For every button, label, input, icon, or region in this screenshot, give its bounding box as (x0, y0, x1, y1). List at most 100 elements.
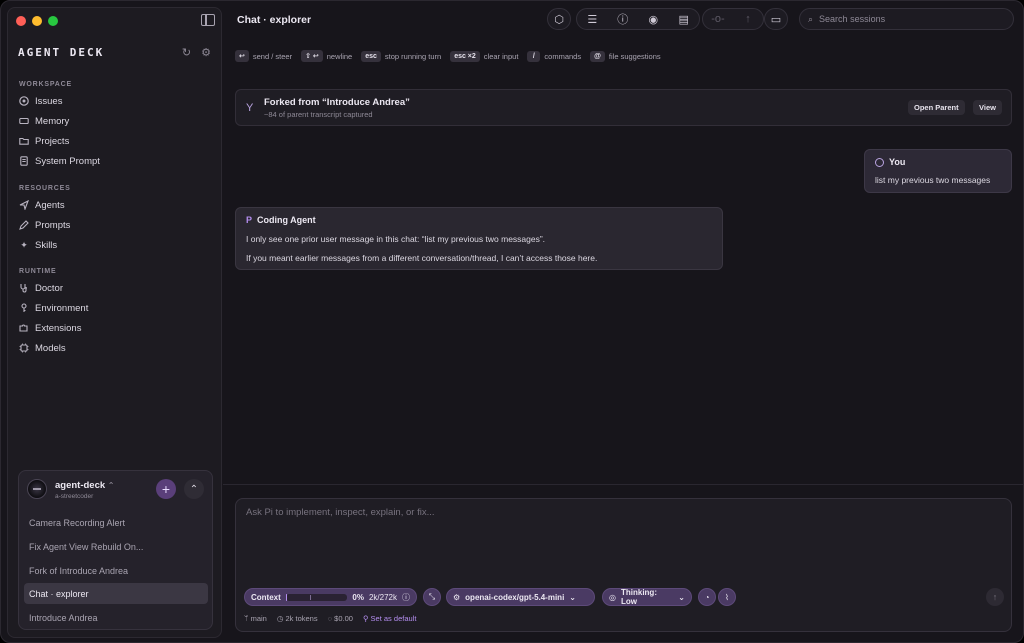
sidebar-item-skills[interactable]: ✦ Skills (19, 237, 57, 253)
chip-icon (19, 343, 29, 353)
shortcut-key: esc (361, 50, 381, 62)
fork-title: Forked from “Introduce Andrea” (264, 97, 410, 108)
message-author: You (889, 157, 906, 167)
minimize-window-button[interactable] (32, 16, 42, 26)
sidebar-item-issues[interactable]: Issues (19, 93, 62, 109)
chevron-up-icon: ⌃ (189, 483, 199, 495)
plus-icon: + (161, 481, 171, 497)
brain-icon: ◎ (609, 592, 616, 602)
attach-button[interactable]: ⌇ (718, 588, 736, 606)
shortcut-key: ↩ (235, 50, 249, 62)
sidebar-item-projects[interactable]: Projects (19, 133, 69, 149)
memory-icon (19, 116, 29, 126)
cost-status: ◌ $0.00 (327, 614, 353, 623)
user-icon (875, 157, 884, 167)
session-item-active[interactable]: Chat · explorer (24, 583, 208, 604)
puzzle-icon (19, 323, 29, 333)
sidebar-item-agents[interactable]: Agents (19, 197, 65, 213)
session-item[interactable]: Introduce Andrea (24, 607, 208, 628)
fork-banner: Y Forked from “Introduce Andrea” ~84 of … (235, 89, 1012, 126)
shortcut-key: / (527, 50, 541, 62)
github-button[interactable]: ◔ (698, 588, 716, 606)
collapse-arrows-icon: ⤡ (428, 592, 436, 601)
github-icon (19, 96, 29, 106)
refresh-icon[interactable]: ↻ (182, 46, 191, 59)
shortcut-label: newline (326, 51, 353, 61)
project-session-card: agent-deck ⌃ a-streetcoder + ⌃ Camera Re… (18, 470, 213, 630)
message-text: list my previous two messages (875, 175, 991, 185)
shortcut-bar: ↩ send / steer ⇧ ↩ newline esc stop running… (235, 50, 670, 62)
chevron-updown-icon: ⌃ (107, 481, 115, 490)
github-icon: ◔ (704, 592, 710, 602)
compact-button[interactable]: ⤡ (423, 588, 441, 606)
paperclip-icon: ⌇ (725, 592, 729, 602)
project-avatar (27, 479, 47, 499)
context-tokens: 2k/272k (368, 592, 397, 602)
arrow-up-icon[interactable]: ↑ (733, 13, 763, 25)
gear-icon[interactable]: ⚙ (201, 46, 211, 59)
message-text: If you meant earlier messages from a dif… (246, 253, 598, 263)
pen-icon (19, 220, 29, 230)
eye-icon[interactable]: ◉ (638, 13, 669, 26)
sidebar-item-system-prompt[interactable]: System Prompt (19, 153, 100, 169)
branch-status: ᛘ main (244, 614, 267, 623)
terminal-button[interactable]: ▭ (764, 8, 788, 30)
commit-icon[interactable]: -o- (703, 13, 733, 25)
shortcut-key: ⇧ ↩ (301, 50, 323, 62)
sidebar-item-memory[interactable]: Memory (19, 113, 69, 129)
search-input[interactable]: Search sessions (819, 14, 885, 24)
folder-icon (19, 136, 29, 146)
maximize-window-button[interactable] (48, 16, 58, 26)
send-icon (19, 200, 29, 210)
package-button[interactable]: ⬡ (547, 8, 571, 30)
pin-icon: ⚲ (362, 614, 369, 623)
composer: Context 0% 2k/272k ⓘ ⤡ ⚙ openai-codex/gp… (235, 498, 1012, 632)
set-default-link[interactable]: ⚲ Set as default (363, 614, 416, 623)
cube-icon: ⬡ (554, 13, 564, 26)
dollar-icon: ◌ (327, 614, 333, 623)
git-toolbar: -o- ↑ (702, 8, 764, 30)
message-author: Coding Agent (257, 215, 316, 225)
shortcut-label: clear input (483, 51, 519, 61)
page-title: Chat · explorer (237, 14, 312, 26)
open-parent-button[interactable]: Open Parent (908, 100, 965, 115)
sidebar: AGENT DECK ↻ ⚙ WORKSPACE Issues Memory P… (7, 7, 222, 638)
shortcut-label: file suggestions (608, 51, 661, 61)
context-meter[interactable]: Context 0% 2k/272k ⓘ (244, 588, 417, 606)
close-window-button[interactable] (16, 16, 26, 26)
divider (223, 484, 1023, 485)
model-selector[interactable]: ⚙ openai-codex/gpt-5.4-mini ⌄ (446, 588, 595, 606)
sidebar-item-extensions[interactable]: Extensions (19, 320, 81, 336)
project-name[interactable]: agent-deck ⌃ (55, 480, 115, 491)
new-session-button[interactable]: + (156, 479, 176, 499)
terminal-icon: ▭ (770, 13, 782, 26)
document-icon (19, 156, 29, 166)
thinking-selector[interactable]: ◎ Thinking: Low ⌄ (602, 588, 692, 606)
sidebar-item-doctor[interactable]: Doctor (19, 280, 63, 296)
brand-logo: AGENT DECK (18, 46, 105, 59)
sidebar-item-models[interactable]: Models (19, 340, 66, 356)
agent-message: P Coding Agent I only see one prior user … (235, 207, 723, 270)
send-button[interactable]: ↑ (986, 588, 1004, 606)
sparkle-icon: ✦ (20, 239, 28, 250)
session-item[interactable]: Fix Agent View Rebuild On... (24, 536, 208, 557)
sidebar-item-prompts[interactable]: Prompts (19, 217, 70, 233)
shortcut-label: commands (544, 51, 582, 61)
window-controls (16, 16, 58, 26)
receipt-icon[interactable]: ▤ (669, 13, 700, 26)
view-button[interactable]: View (973, 100, 1002, 115)
shortcut-key: esc ×2 (450, 50, 480, 62)
session-item[interactable]: Fork of Introduce Andrea (24, 560, 208, 581)
session-item[interactable]: Camera Recording Alert (24, 512, 208, 533)
sidebar-toggle-icon[interactable] (201, 14, 215, 26)
prompt-input[interactable] (246, 507, 1001, 577)
checklist-icon[interactable]: ☰ (577, 13, 608, 26)
search-icon: ⌕ (808, 13, 814, 24)
collapse-sessions-button[interactable]: ⌃ (184, 479, 204, 499)
sidebar-item-environment[interactable]: Environment (19, 300, 88, 316)
context-progress-bar (285, 593, 348, 601)
app-window: AGENT DECK ↻ ⚙ WORKSPACE Issues Memory P… (0, 0, 1024, 643)
search-box[interactable]: ⌕ Search sessions (799, 8, 1014, 30)
shortcut-key: @ (590, 50, 605, 62)
info-icon[interactable]: ⓘ (608, 11, 639, 27)
